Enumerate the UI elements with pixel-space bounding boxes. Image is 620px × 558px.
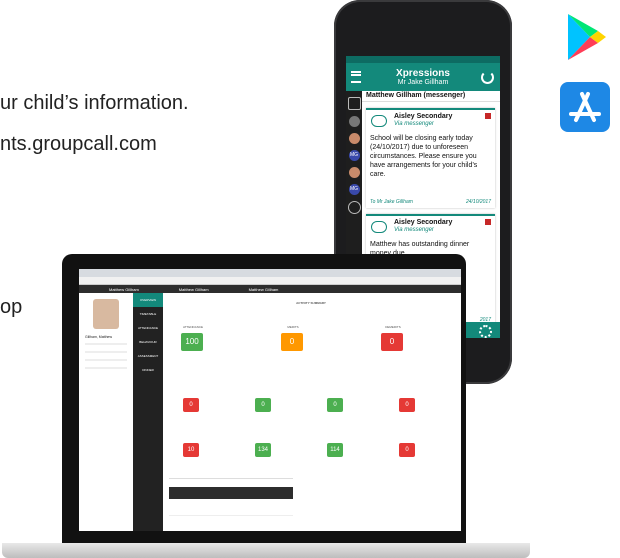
stat-tile[interactable]: 0 — [399, 398, 415, 412]
message-sender: Aisley Secondary — [394, 113, 453, 120]
summary-label: MERITS — [287, 325, 299, 329]
child-badge-2[interactable]: MG — [348, 184, 360, 195]
globe-icon[interactable] — [348, 116, 360, 127]
nav-behaviour[interactable]: BEHAVIOUR — [133, 335, 163, 349]
profile-panel: Gillham, Matthew — [79, 293, 134, 531]
summary-label: ATTENDANCE — [182, 325, 204, 329]
laptop-device: Matthew Gillham Matthew Gillham Matthew … — [62, 254, 466, 544]
message-recipient: To Mr Jake Gillham — [370, 199, 413, 205]
summary-label: DEMERITS — [385, 325, 401, 329]
app-subtitle: Mr Jake Gillham — [397, 79, 449, 86]
message-sender: Aisley Secondary — [394, 219, 453, 226]
message-date: 24/10/2017 — [465, 199, 491, 205]
google-play-icon[interactable] — [564, 12, 608, 62]
upcoming-list — [169, 478, 293, 529]
list-item[interactable] — [169, 487, 293, 499]
summary-tile[interactable]: 0 — [381, 333, 403, 351]
nav-timetable[interactable]: TIMETABLE — [133, 307, 163, 321]
info-text-line-3: op — [0, 296, 23, 318]
laptop-nav: OVERVIEW TIMETABLE ATTENDANCE BEHAVIOUR … — [133, 293, 163, 531]
app-header: Xpressions Mr Jake Gillham — [346, 63, 500, 91]
avatar — [93, 299, 119, 329]
flag-icon — [485, 113, 491, 119]
phone-status-bar — [346, 56, 500, 63]
help-icon[interactable] — [347, 201, 361, 214]
stat-tile[interactable]: 114 — [327, 443, 343, 457]
nav-assessment[interactable]: ASSESSMENT — [133, 349, 163, 363]
menu-icon[interactable] — [351, 71, 361, 83]
message-via: Via messenger — [394, 121, 434, 127]
laptop-base — [2, 543, 530, 558]
stat-tile[interactable]: 0 — [327, 398, 343, 412]
refresh-icon[interactable] — [481, 71, 494, 84]
profile-name: Gillham, Matthew — [85, 335, 113, 339]
stat-tile[interactable]: 0 — [399, 443, 415, 457]
avatar[interactable] — [348, 133, 360, 144]
nav-overview[interactable]: OVERVIEW — [133, 293, 163, 307]
flag-icon — [485, 219, 491, 225]
home-icon[interactable] — [347, 97, 361, 110]
message-via: Via messenger — [394, 227, 434, 233]
app-title: Xpressions — [396, 68, 450, 79]
message-card[interactable]: Aisley Secondary Via messenger School wi… — [366, 108, 495, 208]
speech-bubble-icon — [371, 115, 387, 127]
app-store-icon[interactable] — [560, 82, 610, 132]
stat-tile[interactable]: 10 — [183, 443, 199, 457]
message-body: School will be closing early today (24/1… — [370, 135, 478, 178]
info-text-line-1: ur child’s information. — [0, 92, 189, 114]
list-item[interactable] — [169, 505, 293, 516]
activity-summary-title: ACTIVITY SUMMARY — [296, 301, 326, 305]
laptop-screen: Matthew Gillham Matthew Gillham Matthew … — [79, 269, 461, 531]
nav-dinner[interactable]: DINNER — [133, 363, 163, 377]
browser-tab-bar[interactable] — [79, 269, 461, 277]
child-badge-1[interactable]: MG — [348, 150, 360, 161]
stat-tile[interactable]: 134 — [255, 443, 271, 457]
info-text-line-2: nts.groupcall.com — [0, 133, 157, 155]
browser-address-bar[interactable] — [79, 277, 461, 285]
nav-attendance[interactable]: ATTENDANCE — [133, 321, 163, 335]
conversation-header: Matthew Gillham (messenger) — [362, 91, 500, 102]
gear-icon[interactable] — [479, 325, 492, 338]
stat-tile[interactable]: 0 — [183, 398, 199, 412]
summary-tile[interactable]: 100 — [181, 333, 203, 351]
avatar[interactable] — [348, 167, 360, 178]
speech-bubble-icon — [371, 221, 387, 233]
stat-tile[interactable]: 0 — [255, 398, 271, 412]
summary-tile[interactable]: 0 — [281, 333, 303, 351]
dashboard: ACTIVITY SUMMARY ATTENDANCE 100 MERITS 0… — [163, 293, 461, 531]
